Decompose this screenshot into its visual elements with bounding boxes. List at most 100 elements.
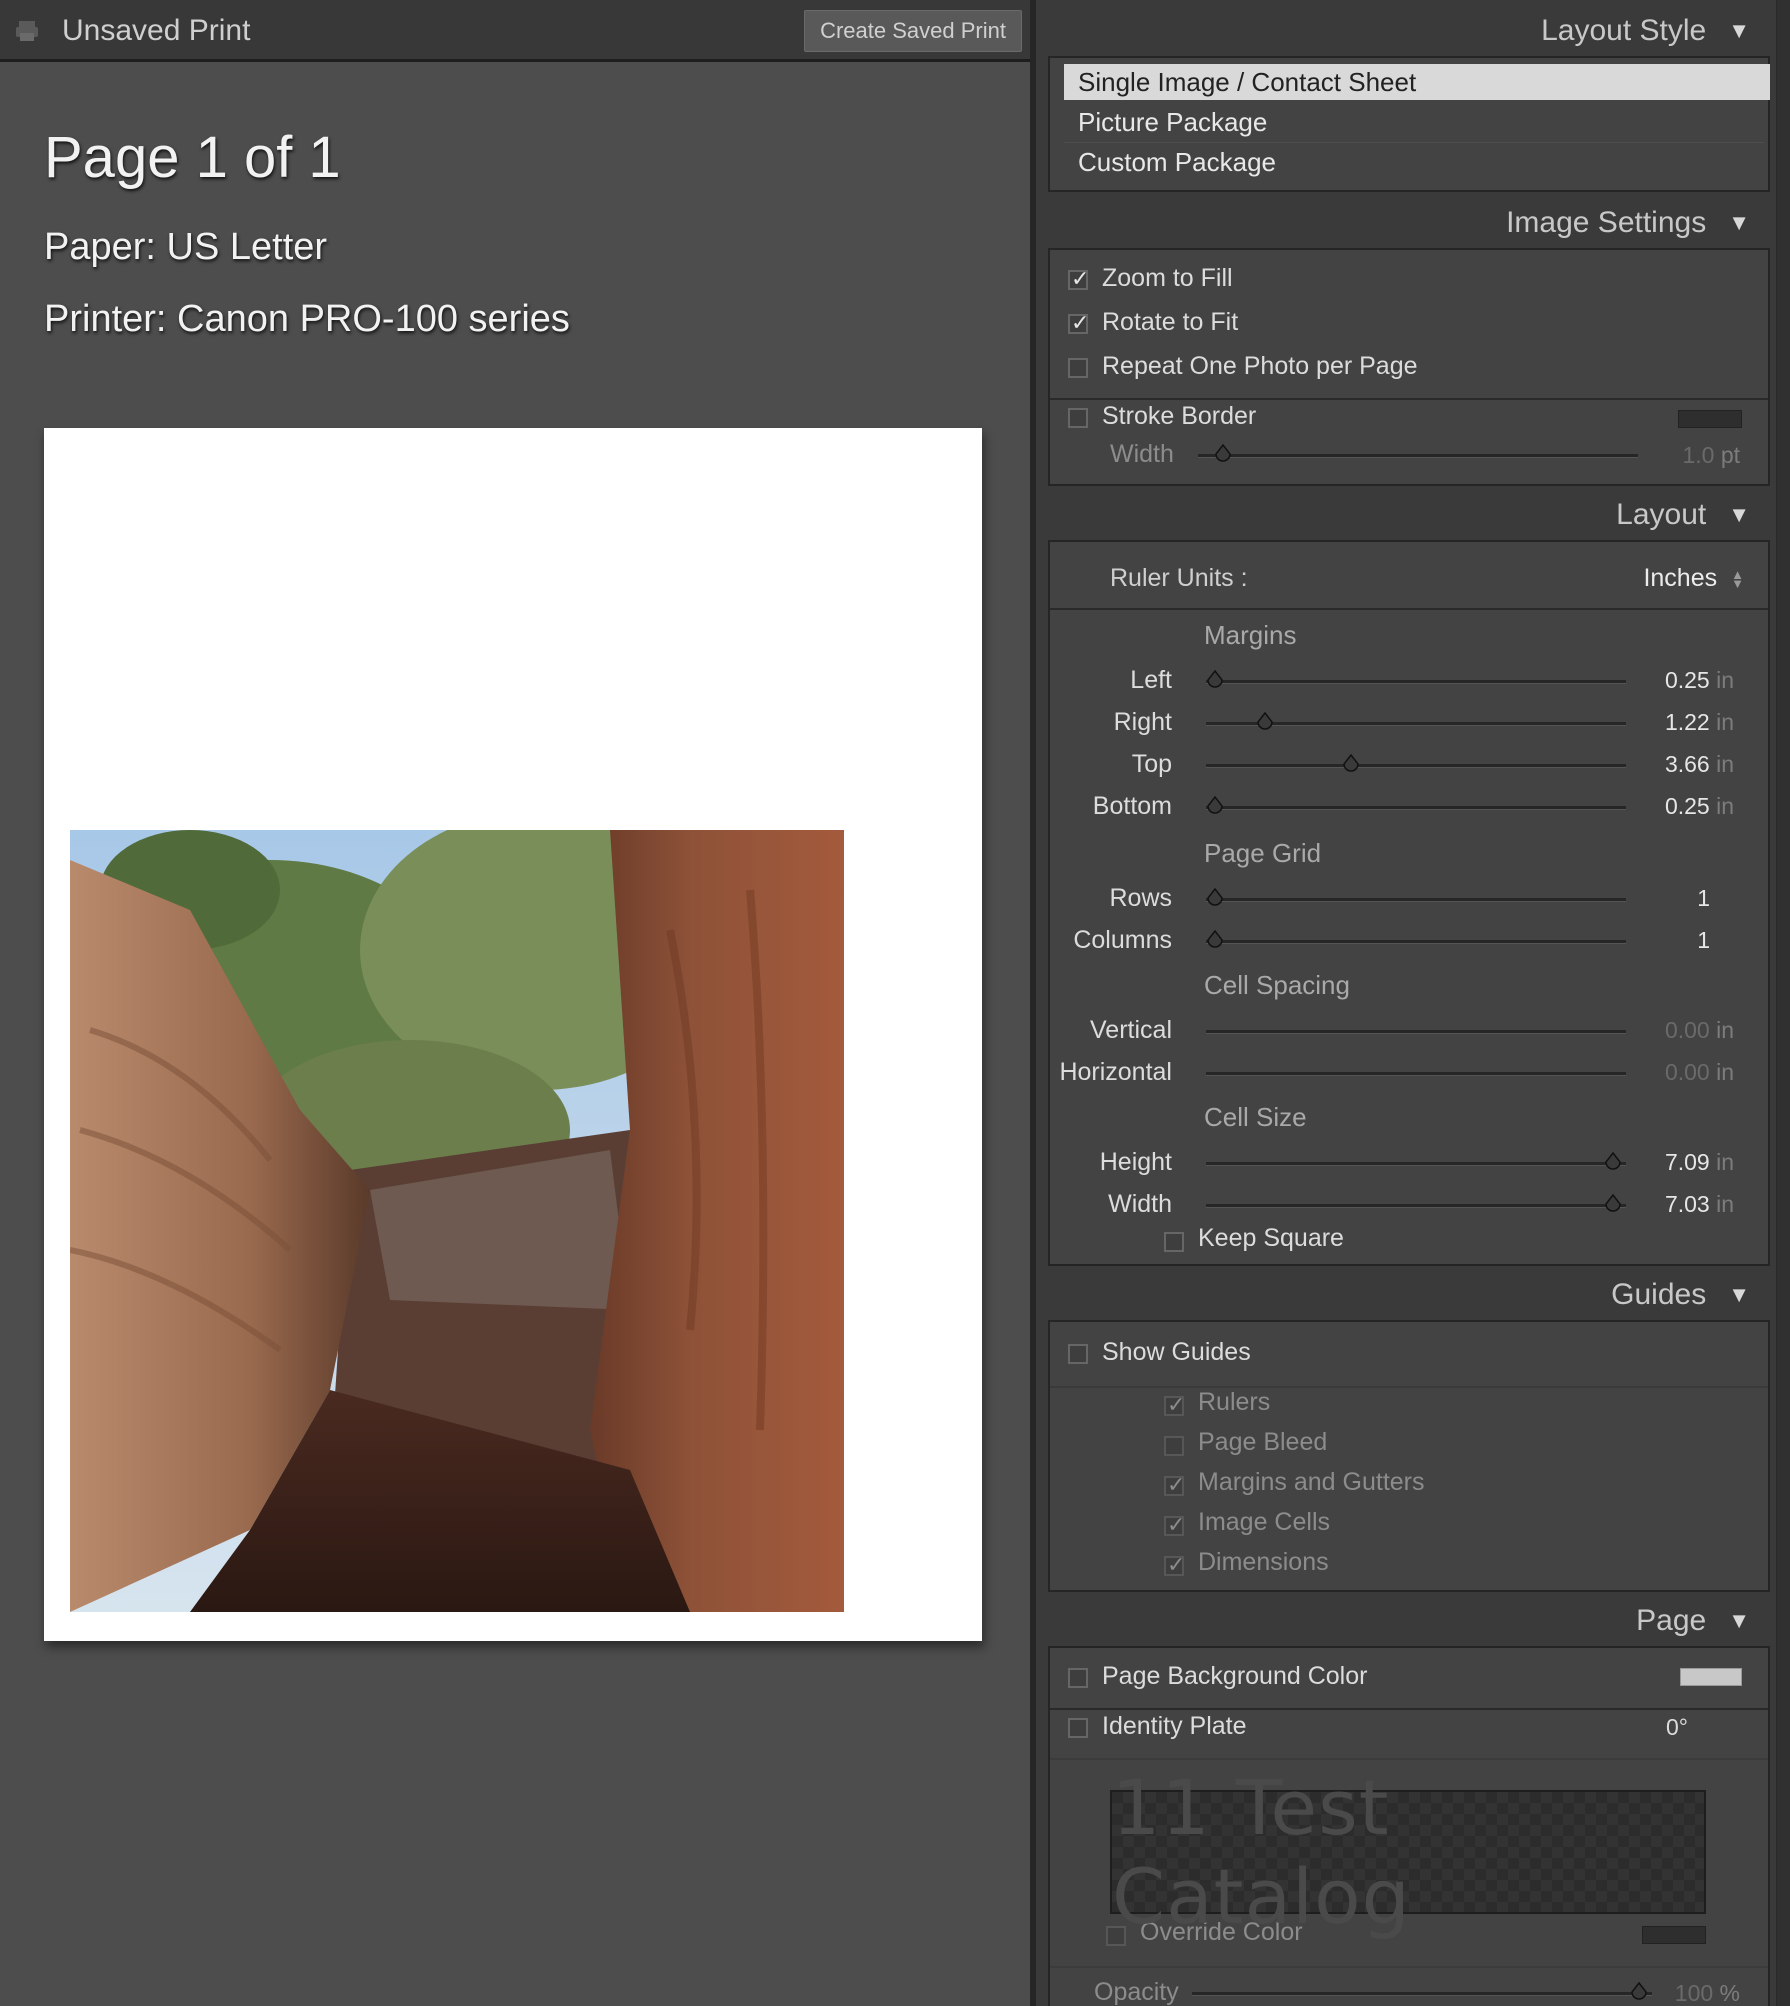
margin-left-label: Left	[1130, 666, 1172, 694]
stroke-width-slider-track[interactable]	[1198, 454, 1638, 458]
opacity-value[interactable]: 100 %	[1675, 1980, 1740, 2006]
layout-style-custom-package[interactable]: Custom Package	[1064, 144, 1770, 180]
cell-height-value[interactable]: 7.09 in	[1665, 1149, 1734, 1176]
keep-square-checkbox[interactable]	[1164, 1232, 1184, 1252]
identity-plate-preview[interactable]: 11 Test Catalog	[1110, 1763, 1706, 1941]
margin-right-number: 1.22	[1664, 709, 1710, 735]
layout-style-box: Single Image / Contact Sheet Picture Pac…	[1048, 56, 1770, 192]
separator	[1064, 142, 1764, 143]
layout-style-single-image[interactable]: Single Image / Contact Sheet	[1064, 64, 1770, 100]
cell-height-label: Height	[1099, 1148, 1172, 1176]
columns-slider-track[interactable]	[1206, 940, 1626, 944]
stroke-border-checkbox[interactable]	[1068, 408, 1088, 428]
vertical-spacing-number: 0.00	[1664, 1017, 1710, 1043]
print-preview-area: Unsaved Print Create Saved Print Page 1 …	[0, 0, 1030, 2006]
margin-left-value[interactable]: 0.25 in	[1665, 667, 1734, 694]
margin-bottom-unit: in	[1716, 793, 1734, 819]
horizontal-spacing-value[interactable]: 0.00 in	[1665, 1059, 1734, 1086]
page-header[interactable]: Page ▼	[1636, 1604, 1750, 1638]
rows-value[interactable]: 1	[1697, 885, 1710, 912]
margins-gutters-checkbox[interactable]	[1164, 1472, 1185, 1498]
margin-bottom-slider-track[interactable]	[1206, 806, 1626, 810]
margin-left-slider-thumb[interactable]	[1206, 670, 1224, 690]
show-guides-checkbox[interactable]	[1068, 1344, 1088, 1364]
columns-slider-thumb[interactable]	[1206, 930, 1224, 950]
page-background-checkbox[interactable]	[1068, 1668, 1088, 1688]
margin-bottom-number: 0.25	[1664, 793, 1710, 819]
show-guides-label: Show Guides	[1102, 1338, 1251, 1366]
rows-slider-thumb[interactable]	[1206, 888, 1224, 908]
image-settings-title: Image Settings	[1506, 206, 1707, 239]
cell-width-value[interactable]: 7.03 in	[1665, 1191, 1734, 1218]
rotate-to-fit-checkbox[interactable]	[1068, 310, 1089, 336]
repeat-one-photo-checkbox[interactable]	[1068, 358, 1088, 378]
page-bleed-checkbox[interactable]	[1164, 1436, 1184, 1456]
separator	[1050, 1758, 1768, 1760]
stroke-width-label: Width	[1110, 440, 1174, 468]
page-grid-title: Page Grid	[1204, 838, 1322, 868]
layout-header[interactable]: Layout ▼	[1616, 498, 1750, 532]
rulers-checkbox[interactable]	[1164, 1392, 1185, 1418]
horizontal-spacing-slider-track[interactable]	[1206, 1072, 1626, 1076]
canyon-photo	[70, 830, 844, 1612]
layout-style-header[interactable]: Layout Style ▼	[1541, 14, 1750, 48]
dimensions-checkbox[interactable]	[1164, 1552, 1185, 1578]
image-settings-header[interactable]: Image Settings ▼	[1506, 206, 1750, 240]
separator	[1050, 398, 1768, 400]
margin-right-value[interactable]: 1.22 in	[1665, 709, 1734, 736]
layout-style-picture-package[interactable]: Picture Package	[1064, 104, 1770, 140]
cell-spacing-title: Cell Spacing	[1204, 970, 1350, 1000]
page-bleed-label: Page Bleed	[1198, 1428, 1328, 1456]
horizontal-spacing-unit: in	[1716, 1059, 1734, 1085]
margin-top-slider-thumb[interactable]	[1342, 754, 1360, 774]
page-background-color-swatch[interactable]	[1680, 1668, 1742, 1686]
collapse-triangle-icon: ▼	[1728, 1282, 1750, 1307]
layout-box: Ruler Units : Inches ▲ ▼ Margins Left 0.25…	[1048, 540, 1770, 1266]
opacity-slider-thumb[interactable]	[1630, 1982, 1648, 2002]
margin-top-number: 3.66	[1664, 751, 1710, 777]
layout-title: Layout	[1616, 498, 1707, 531]
create-saved-print-button[interactable]: Create Saved Print	[804, 10, 1022, 52]
rows-slider-track[interactable]	[1206, 898, 1626, 902]
panel-scrollbar[interactable]	[1776, 0, 1790, 2006]
identity-plate-angle[interactable]: 0°	[1666, 1714, 1688, 1741]
vertical-spacing-value[interactable]: 0.00 in	[1665, 1017, 1734, 1044]
separator	[1050, 1386, 1768, 1388]
opacity-slider-track[interactable]	[1192, 1992, 1652, 1996]
vertical-spacing-slider-track[interactable]	[1206, 1030, 1626, 1034]
cell-height-number: 7.09	[1664, 1149, 1710, 1175]
margin-left-slider-track[interactable]	[1206, 680, 1626, 684]
margin-right-slider-thumb[interactable]	[1256, 712, 1274, 732]
image-cells-checkbox[interactable]	[1164, 1512, 1185, 1538]
margin-bottom-slider-thumb[interactable]	[1206, 796, 1224, 816]
rulers-label: Rulers	[1198, 1388, 1271, 1416]
margin-top-slider-track[interactable]	[1206, 764, 1626, 768]
ruler-units-select[interactable]: Inches ▲ ▼	[1643, 564, 1744, 593]
cell-height-slider-thumb[interactable]	[1604, 1152, 1622, 1172]
stroke-color-swatch[interactable]	[1678, 410, 1742, 428]
stroke-width-slider-thumb[interactable]	[1214, 444, 1232, 464]
cell-height-slider-track[interactable]	[1206, 1162, 1626, 1166]
columns-value[interactable]: 1	[1697, 927, 1710, 954]
opacity-unit: %	[1719, 1980, 1740, 2006]
separator	[1050, 1708, 1768, 1710]
print-title: Unsaved Print	[62, 14, 251, 47]
print-page	[44, 428, 982, 1641]
cell-width-slider-track[interactable]	[1206, 1204, 1626, 1208]
zoom-to-fill-checkbox[interactable]	[1068, 266, 1089, 292]
cell-width-unit: in	[1716, 1191, 1734, 1217]
rotate-to-fit-label: Rotate to Fit	[1102, 308, 1239, 336]
ruler-units-label: Ruler Units :	[1110, 564, 1248, 592]
margin-bottom-value[interactable]: 0.25 in	[1665, 793, 1734, 820]
stroke-width-value: 1.0 pt	[1682, 442, 1740, 469]
horizontal-spacing-number: 0.00	[1664, 1059, 1710, 1085]
guides-header[interactable]: Guides ▼	[1611, 1278, 1750, 1312]
select-arrows-icon: ▲ ▼	[1731, 567, 1744, 592]
margin-top-value[interactable]: 3.66 in	[1665, 751, 1734, 778]
identity-plate-checkbox[interactable]	[1068, 1718, 1088, 1738]
margins-title: Margins	[1204, 620, 1297, 650]
photo-cell[interactable]	[70, 830, 844, 1612]
separator	[1050, 1966, 1768, 1968]
opacity-label: Opacity	[1094, 1978, 1179, 2006]
cell-width-slider-thumb[interactable]	[1604, 1194, 1622, 1214]
